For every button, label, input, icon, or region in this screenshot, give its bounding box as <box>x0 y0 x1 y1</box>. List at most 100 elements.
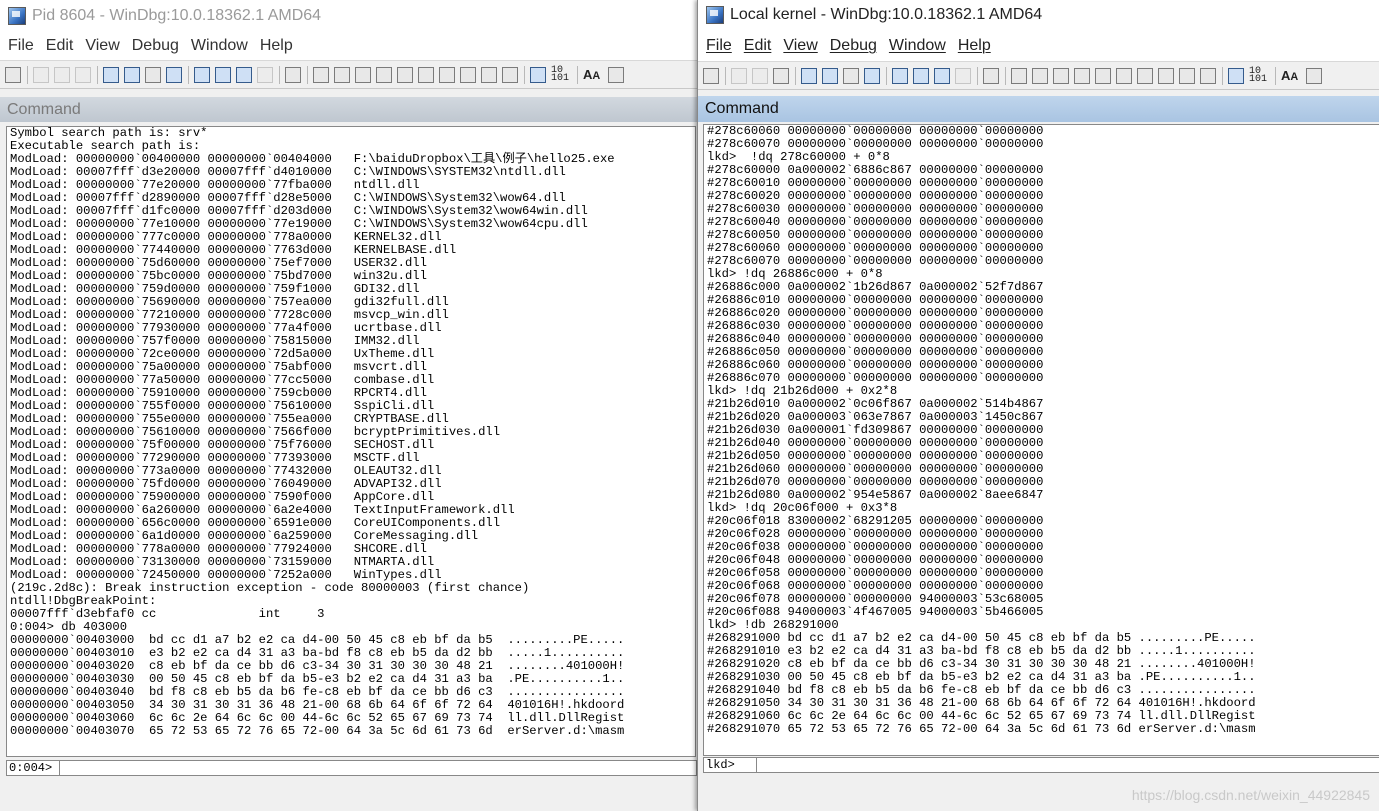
right-menu-bar: File Edit View Debug Window Help <box>698 30 1379 61</box>
menu-debug[interactable]: Debug <box>126 37 185 55</box>
right-window-title: Local kernel - WinDbg:10.0.18362.1 AMD64 <box>730 6 1043 23</box>
menu-view[interactable]: View <box>777 37 823 55</box>
source-mode-icon[interactable] <box>502 66 518 83</box>
copy-icon[interactable] <box>752 67 768 84</box>
output-line: 00000000`00403070 65 72 53 65 72 76 65 7… <box>10 724 625 738</box>
right-command-header: Command <box>698 96 1379 122</box>
registers-window-icon[interactable] <box>376 66 392 83</box>
left-toolbar: 10 101 AA <box>0 60 697 89</box>
menu-window[interactable]: Window <box>883 37 952 55</box>
open-icon[interactable] <box>703 67 719 84</box>
disassembly-icon[interactable] <box>439 66 455 83</box>
locals-window-icon[interactable] <box>355 66 371 83</box>
right-title-bar[interactable]: Local kernel - WinDbg:10.0.18362.1 AMD64 <box>698 0 1379 30</box>
left-menu-bar: File Edit View Debug Window Help <box>0 32 697 60</box>
processes-threads-icon[interactable] <box>481 66 497 83</box>
step-into-icon[interactable] <box>194 66 210 83</box>
left-title-bar[interactable]: Pid 8604 - WinDbg:10.0.18362.1 AMD64 <box>0 0 697 32</box>
options-icon[interactable] <box>1306 67 1322 84</box>
toolbar-divider <box>1222 66 1223 85</box>
step-over-icon[interactable] <box>913 67 929 84</box>
source-mode-on-icon[interactable] <box>1228 67 1244 84</box>
processes-threads-icon[interactable] <box>1179 67 1195 84</box>
menu-help[interactable]: Help <box>254 37 299 55</box>
toolbar-divider <box>886 66 887 85</box>
run-to-cursor-icon[interactable] <box>257 66 273 83</box>
command-window-icon[interactable] <box>313 66 329 83</box>
registers-window-icon[interactable] <box>1074 67 1090 84</box>
left-command-input-row: 0:004> <box>6 760 697 776</box>
break-icon[interactable] <box>166 66 182 83</box>
open-icon[interactable] <box>5 66 21 83</box>
windbg-app-icon <box>706 6 724 24</box>
restart-icon[interactable] <box>822 67 838 84</box>
restart-icon[interactable] <box>124 66 140 83</box>
right-windbg-window: Local kernel - WinDbg:10.0.18362.1 AMD64… <box>697 0 1379 811</box>
step-into-icon[interactable] <box>892 67 908 84</box>
cut-icon[interactable] <box>33 66 49 83</box>
step-out-icon[interactable] <box>236 66 252 83</box>
font-icon[interactable]: AA <box>583 67 603 83</box>
breakpoint-hand-icon[interactable] <box>285 66 301 83</box>
toolbar-divider <box>524 65 525 84</box>
stop-debugging-icon[interactable] <box>145 66 161 83</box>
menu-debug[interactable]: Debug <box>824 37 883 55</box>
output-line: #268291070 65 72 53 65 72 76 65 72-00 64… <box>707 722 1256 736</box>
cut-icon[interactable] <box>731 67 747 84</box>
call-stack-icon[interactable] <box>418 66 434 83</box>
menu-help[interactable]: Help <box>952 37 997 55</box>
paste-icon[interactable] <box>75 66 91 83</box>
call-stack-icon[interactable] <box>1116 67 1132 84</box>
locals-window-icon[interactable] <box>1053 67 1069 84</box>
right-toolbar: 10 101 AA <box>698 61 1379 90</box>
memory-window-icon[interactable] <box>1095 67 1111 84</box>
menu-edit[interactable]: Edit <box>738 37 778 55</box>
step-over-icon[interactable] <box>215 66 231 83</box>
toolbar-divider <box>725 66 726 85</box>
memory-window-icon[interactable] <box>397 66 413 83</box>
left-command-output[interactable]: Symbol search path is: srv* Executable se… <box>6 126 696 757</box>
right-status-bar: https://blog.csdn.net/weixin_44922845 <box>698 783 1379 811</box>
toolbar-divider <box>1005 66 1006 85</box>
run-to-cursor-icon[interactable] <box>955 67 971 84</box>
left-windbg-window: Pid 8604 - WinDbg:10.0.18362.1 AMD64 Fil… <box>0 0 697 811</box>
paste-icon[interactable] <box>773 67 789 84</box>
toolbar-divider <box>795 66 796 85</box>
toolbar-divider <box>977 66 978 85</box>
menu-window[interactable]: Window <box>185 37 254 55</box>
breakpoint-hand-icon[interactable] <box>983 67 999 84</box>
left-window-title: Pid 8604 - WinDbg:10.0.18362.1 AMD64 <box>32 7 322 24</box>
watch-window-icon[interactable] <box>334 66 350 83</box>
step-out-icon[interactable] <box>934 67 950 84</box>
go-icon[interactable] <box>103 66 119 83</box>
left-status-bar <box>0 783 697 811</box>
break-icon[interactable] <box>864 67 880 84</box>
menu-file[interactable]: File <box>700 37 738 55</box>
menu-edit[interactable]: Edit <box>40 37 80 55</box>
command-window-icon[interactable] <box>1011 67 1027 84</box>
menu-file[interactable]: File <box>2 37 40 55</box>
toolbar-divider <box>1275 66 1276 85</box>
scratch-pad-icon[interactable] <box>460 66 476 83</box>
menu-view[interactable]: View <box>79 37 125 55</box>
stop-debugging-icon[interactable] <box>843 67 859 84</box>
source-mode-icon[interactable] <box>1200 67 1216 84</box>
left-command-input[interactable] <box>60 760 697 776</box>
options-icon[interactable] <box>608 66 624 83</box>
copy-icon[interactable] <box>54 66 70 83</box>
left-prompt: 0:004> <box>6 760 60 776</box>
hex-display-icon[interactable]: 10 101 <box>1249 66 1269 84</box>
right-command-output[interactable]: #278c60060 00000000`00000000 00000000`00… <box>703 124 1379 756</box>
source-mode-on-icon[interactable] <box>530 66 546 83</box>
hex-display-icon[interactable]: 10 101 <box>551 65 571 83</box>
disassembly-icon[interactable] <box>1137 67 1153 84</box>
scratch-pad-icon[interactable] <box>1158 67 1174 84</box>
right-command-input[interactable] <box>757 757 1379 773</box>
watch-window-icon[interactable] <box>1032 67 1048 84</box>
toolbar-divider <box>27 65 28 84</box>
toolbar-divider <box>279 65 280 84</box>
windbg-app-icon <box>8 7 26 25</box>
font-icon[interactable]: AA <box>1281 68 1301 84</box>
go-icon[interactable] <box>801 67 817 84</box>
watermark: https://blog.csdn.net/weixin_44922845 <box>1131 787 1370 803</box>
